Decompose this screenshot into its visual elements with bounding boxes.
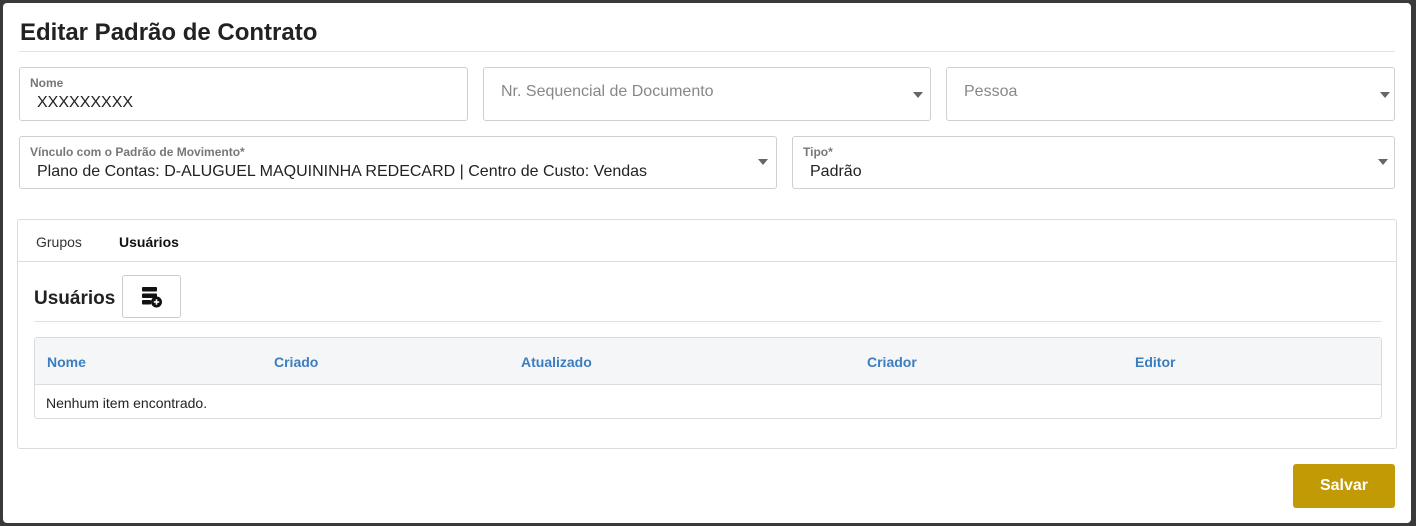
tipo-value: Padrão bbox=[810, 163, 862, 180]
column-header-criador[interactable]: Criador bbox=[867, 354, 917, 370]
tab-usuarios[interactable]: Usuários bbox=[119, 234, 179, 250]
tabs-bar: Grupos Usuários bbox=[18, 220, 1396, 262]
nome-value: XXXXXXXXX bbox=[37, 94, 134, 111]
empty-table-message: Nenhum item encontrado. bbox=[46, 395, 208, 411]
chevron-down-icon bbox=[758, 159, 768, 165]
chevron-down-icon bbox=[1378, 159, 1388, 165]
pessoa-select[interactable]: Pessoa bbox=[946, 67, 1395, 121]
column-header-editor[interactable]: Editor bbox=[1135, 354, 1175, 370]
tipo-label: Tipo* bbox=[803, 145, 833, 159]
save-button[interactable]: Salvar bbox=[1293, 464, 1395, 508]
chevron-down-icon bbox=[1380, 92, 1390, 98]
vinculo-label: Vínculo com o Padrão de Movimento* bbox=[30, 145, 245, 159]
add-user-button[interactable] bbox=[122, 275, 181, 318]
nr-sequencial-placeholder: Nr. Sequencial de Documento bbox=[501, 83, 714, 100]
table-header: Nome Criado Atualizado Criador Editor bbox=[35, 338, 1381, 385]
edit-contract-pattern-dialog: Editar Padrão de Contrato Nome XXXXXXXXX… bbox=[3, 3, 1411, 523]
section-title: Usuários bbox=[34, 288, 116, 309]
column-header-atualizado[interactable]: Atualizado bbox=[521, 354, 592, 370]
vinculo-value: Plano de Contas: D-ALUGUEL MAQUININHA RE… bbox=[37, 163, 648, 180]
tab-grupos[interactable]: Grupos bbox=[36, 234, 82, 250]
users-table: Nome Criado Atualizado Criador Editor Ne… bbox=[34, 337, 1382, 419]
pessoa-placeholder: Pessoa bbox=[964, 83, 1018, 100]
column-header-criado[interactable]: Criado bbox=[274, 354, 318, 370]
chevron-down-icon bbox=[913, 92, 923, 98]
tipo-select[interactable]: Tipo* Padrão bbox=[792, 136, 1395, 189]
nr-sequencial-select[interactable]: Nr. Sequencial de Documento bbox=[483, 67, 931, 121]
nome-field[interactable]: Nome XXXXXXXXX bbox=[19, 67, 468, 121]
nome-label: Nome bbox=[30, 76, 64, 90]
column-header-nome[interactable]: Nome bbox=[47, 354, 86, 370]
vinculo-select[interactable]: Vínculo com o Padrão de Movimento* Plano… bbox=[19, 136, 777, 189]
tab-panel: Grupos Usuários Usuários Nome Criado Atu… bbox=[17, 219, 1397, 449]
add-record-icon bbox=[141, 286, 162, 307]
section-divider bbox=[34, 321, 1382, 322]
title-divider bbox=[19, 51, 1395, 52]
page-title: Editar Padrão de Contrato bbox=[20, 19, 318, 46]
